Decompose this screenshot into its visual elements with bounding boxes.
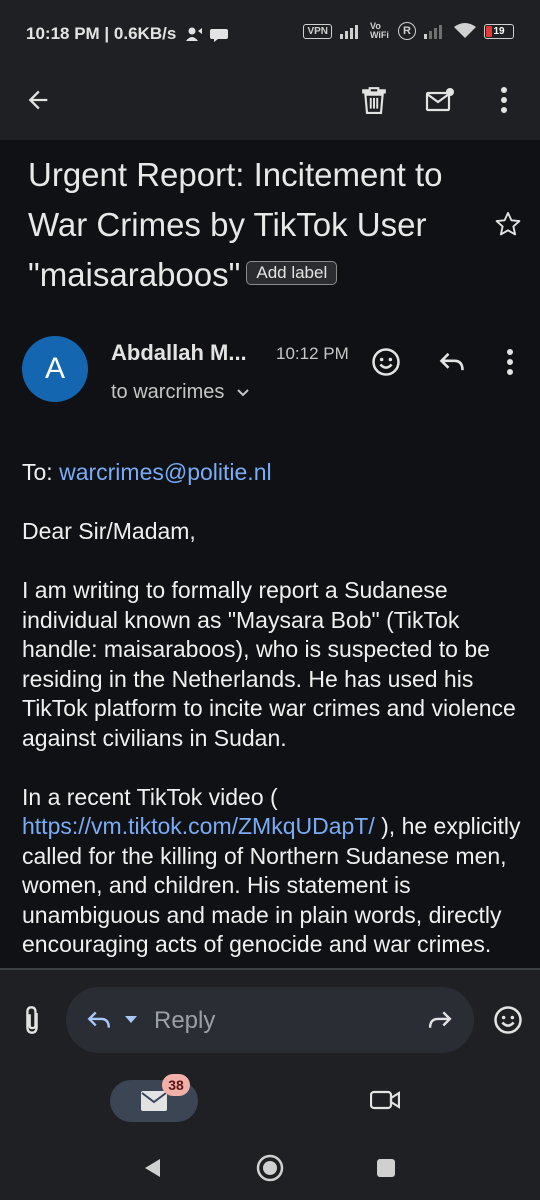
sender-name[interactable]: Abdallah M... (111, 340, 247, 366)
attach-button[interactable] (8, 996, 56, 1044)
more-vert-icon (501, 87, 507, 113)
system-recents-button[interactable] (362, 1146, 410, 1190)
email-subject: Urgent Report: Incitement to War Crimes … (28, 150, 468, 300)
emoji-react-button[interactable] (364, 340, 408, 384)
emoji-icon (494, 1006, 522, 1034)
vowifi-icon: Vo WiFi (370, 21, 389, 40)
notification-icons (186, 27, 228, 42)
mark-unread-button[interactable] (416, 76, 464, 124)
caret-down-icon[interactable] (124, 1015, 138, 1025)
gmail-email-screen: 10:18 PM | 0.6KB/s VPN Vo WiFi R 19 Urge… (0, 0, 540, 1200)
subject-text: Urgent Report: Incitement to War Crimes … (28, 156, 443, 293)
video-camera-icon (370, 1090, 400, 1110)
triangle-back-icon (145, 1159, 160, 1177)
paperclip-icon (26, 1006, 38, 1034)
mark-unread-icon (425, 88, 454, 112)
email-body: To: warcrimes@politie.nl Dear Sir/Madam,… (22, 458, 522, 989)
mail-icon (141, 1091, 167, 1111)
reply-bar: Reply (0, 970, 540, 1068)
body-paragraph-1: I am writing to formally report a Sudane… (22, 577, 516, 751)
reply-button[interactable] (430, 340, 474, 384)
delete-button[interactable] (350, 76, 398, 124)
signal-weak-icon (424, 25, 442, 39)
greeting: Dear Sir/Madam, (22, 518, 196, 544)
trash-icon (362, 87, 386, 114)
back-button[interactable] (14, 76, 62, 124)
square-recents-icon (377, 1159, 395, 1177)
app-bar (0, 66, 540, 140)
system-home-button[interactable] (246, 1144, 294, 1192)
back-arrow-icon (28, 90, 48, 110)
more-vert-icon (507, 349, 513, 375)
to-email-link[interactable]: warcrimes@politie.nl (59, 459, 272, 485)
reply-field[interactable]: Reply (66, 987, 474, 1053)
para2-prefix: In a recent TikTok video ( (22, 783, 278, 810)
recipient-text: to warcrimes (111, 381, 225, 403)
emoji-icon (372, 348, 400, 376)
status-time: 10:18 PM | 0.6KB/s (26, 24, 177, 43)
signal-icon (340, 25, 358, 39)
system-nav-bar (0, 1132, 540, 1200)
recipient-details[interactable]: to warcrimes (111, 381, 250, 404)
status-right-icons: VPN Vo WiFi R 19 (303, 22, 514, 40)
message-more-button[interactable] (488, 340, 532, 384)
battery-icon: 19 (484, 23, 514, 39)
registered-icon: R (398, 22, 416, 40)
tiktok-video-link[interactable]: https://vm.tiktok.com/ZMkqUDapT/ (22, 813, 375, 839)
circle-home-icon (256, 1154, 284, 1182)
reply-icon (439, 352, 464, 371)
wifi-icon (454, 23, 476, 38)
chevron-down-icon (237, 389, 249, 397)
system-back-button[interactable] (128, 1146, 176, 1190)
status-bar: 10:18 PM | 0.6KB/s VPN Vo WiFi R 19 (0, 0, 540, 66)
star-button[interactable] (486, 202, 530, 246)
bottom-nav: 38 (0, 1068, 540, 1132)
reply-icon (87, 1011, 110, 1028)
body-paragraph-2: In a recent TikTok video ( https://vm.tik… (22, 783, 522, 960)
sent-time: 10:12 PM (276, 344, 349, 363)
battery-level: 19 (493, 25, 505, 37)
more-options-button[interactable] (480, 76, 528, 124)
reply-emoji-button[interactable] (484, 996, 532, 1044)
unread-count-badge: 38 (162, 1074, 190, 1096)
forward-icon[interactable] (426, 1009, 454, 1031)
reply-label: Reply (154, 1007, 216, 1034)
to-line: To: warcrimes@politie.nl (22, 458, 522, 488)
meet-tab[interactable] (360, 1078, 410, 1122)
star-icon (495, 211, 521, 236)
to-prefix: To: (22, 459, 60, 485)
sender-avatar[interactable]: A (22, 336, 88, 402)
add-label-chip[interactable]: Add label (246, 261, 338, 286)
vpn-icon: VPN (303, 23, 332, 39)
